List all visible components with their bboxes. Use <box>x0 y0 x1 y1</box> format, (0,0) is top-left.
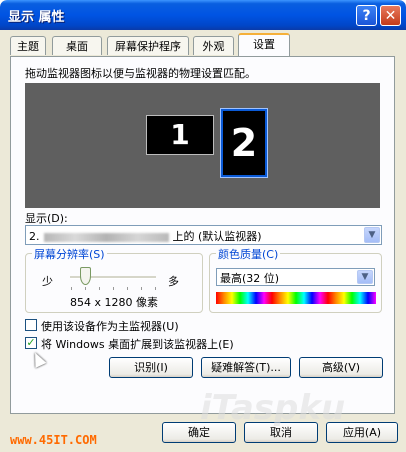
close-button[interactable]: ✕ <box>380 5 401 26</box>
help-button[interactable]: ? <box>356 5 377 26</box>
slider-tick <box>71 287 72 290</box>
resolution-group: 屏幕分辨率(S) 少 多 854 x 1280 像素 <box>25 246 203 313</box>
color-quality-group-title: 颜色质量(C) <box>216 246 281 262</box>
tab-desktop[interactable]: 桌面 <box>52 36 102 55</box>
tab-themes[interactable]: 主题 <box>10 36 46 55</box>
display-select[interactable]: 2. 上的 (默认监视器) ▼ <box>25 225 382 245</box>
window-title: 显示 属性 <box>8 10 65 25</box>
extend-desktop-checkbox[interactable]: ✓ <box>25 337 37 349</box>
primary-monitor-label: 使用该设备作为主监视器(U) <box>41 320 179 333</box>
display-value-suffix: 上的 (默认监视器) <box>172 230 262 243</box>
identify-button[interactable]: 识别(I) <box>109 357 193 378</box>
watermark-left: www.45IT.COM <box>10 433 97 447</box>
tab-screensaver[interactable]: 屏幕保护程序 <box>107 36 189 55</box>
resolution-slider-thumb[interactable] <box>80 267 91 285</box>
resolution-value: 854 x 1280 像素 <box>70 296 158 309</box>
title-bar[interactable]: 显示 属性 ? ✕ <box>0 0 406 30</box>
slider-tick <box>99 287 100 290</box>
monitor-arrangement-area: 1 2 <box>25 83 380 208</box>
display-value-prefix: 2. <box>29 230 40 243</box>
troubleshoot-button[interactable]: 疑难解答(T)... <box>201 357 291 378</box>
resolution-more-label: 多 <box>168 275 179 288</box>
instruction-text: 拖动监视器图标以便与监视器的物理设置匹配。 <box>25 67 256 80</box>
blurred-device-name <box>43 232 169 242</box>
tab-appearance[interactable]: 外观 <box>193 36 234 55</box>
slider-tick <box>113 287 114 290</box>
color-quality-value: 最高(32 位) <box>220 272 280 285</box>
slider-tick <box>155 287 156 290</box>
monitor-1-icon[interactable]: 1 <box>146 115 214 155</box>
color-quality-select[interactable]: 最高(32 位) ▼ <box>216 268 375 286</box>
close-icon: ✕ <box>384 8 397 24</box>
slider-tick <box>141 287 142 290</box>
settings-panel: 拖动监视器图标以便与监视器的物理设置匹配。 1 2 显示(D): 2. 上的 (默… <box>10 56 395 414</box>
chevron-down-icon[interactable]: ▼ <box>364 227 380 243</box>
slider-tick <box>85 287 86 290</box>
display-label: 显示(D): <box>25 212 68 225</box>
tab-settings[interactable]: 设置 <box>238 33 290 56</box>
resolution-less-label: 少 <box>42 275 53 288</box>
watermark-right: iTaspku <box>200 388 346 428</box>
display-properties-window: 显示 属性 ? ✕ 主题 桌面 屏幕保护程序 外观 设置 拖动监视器图标以便与监… <box>0 0 406 452</box>
resolution-group-title: 屏幕分辨率(S) <box>32 246 107 262</box>
extend-desktop-label: 将 Windows 桌面扩展到该监视器上(E) <box>41 338 234 351</box>
help-icon: ? <box>362 8 371 24</box>
color-spectrum-bar <box>216 292 376 304</box>
slider-tick <box>127 287 128 290</box>
monitor-2-icon[interactable]: 2 <box>220 108 268 178</box>
color-quality-group: 颜色质量(C) 最高(32 位) ▼ <box>209 246 382 313</box>
advanced-button[interactable]: 高级(V) <box>299 357 383 378</box>
primary-monitor-checkbox[interactable] <box>25 319 37 331</box>
chevron-down-icon[interactable]: ▼ <box>357 270 373 284</box>
